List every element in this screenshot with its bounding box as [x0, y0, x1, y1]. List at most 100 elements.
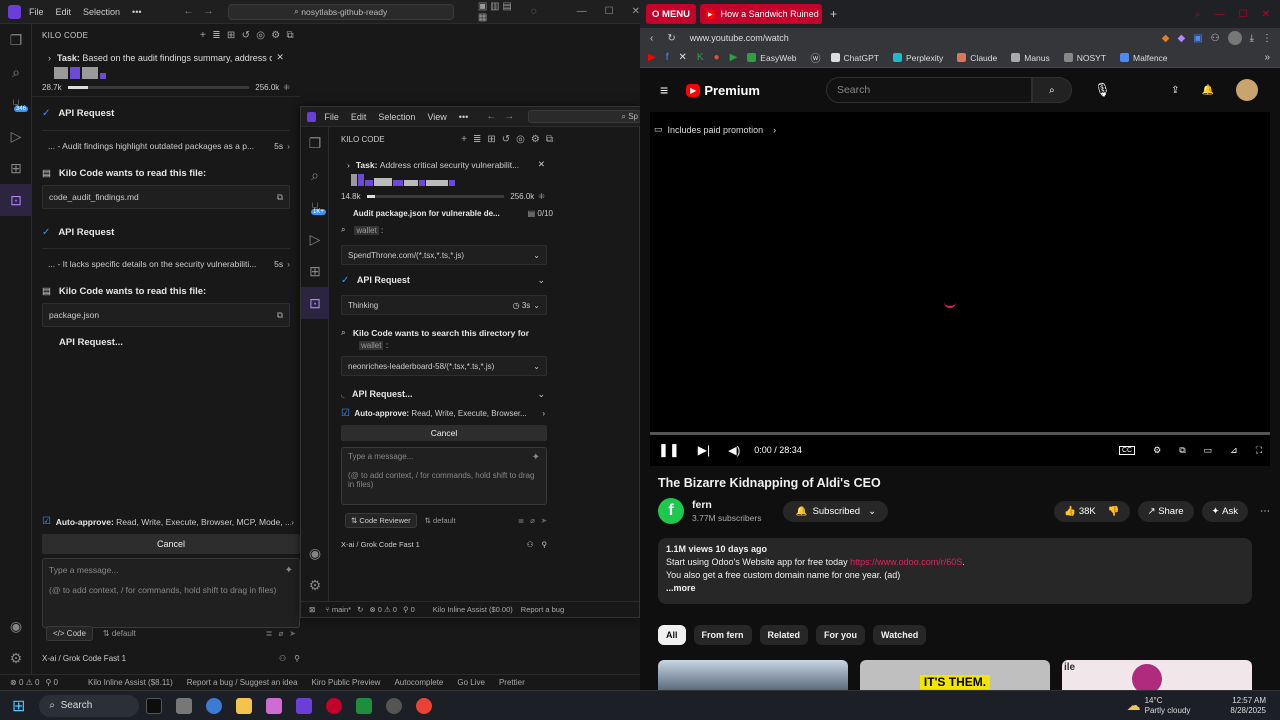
- miniplayer-icon[interactable]: ⧉: [1179, 445, 1185, 456]
- ports-indicator[interactable]: ⚲ 0: [45, 678, 58, 687]
- share-button[interactable]: ↗ Share: [1137, 500, 1194, 522]
- bookmark-manus[interactable]: Manus: [1011, 53, 1050, 63]
- menu-view[interactable]: View: [427, 112, 446, 122]
- reasoning-box-1[interactable]: ... - Audit findings highlight outdated …: [42, 131, 290, 161]
- x-icon[interactable]: ✕: [678, 52, 686, 63]
- api-request-1[interactable]: ✓ API Request: [42, 97, 290, 131]
- bookmark-perplexity[interactable]: Perplexity: [892, 53, 943, 63]
- hamburger-menu-icon[interactable]: ≡: [660, 82, 668, 98]
- command-search-box[interactable]: ⌕ Sp: [528, 110, 641, 123]
- bookmark-malfence[interactable]: Malfence: [1120, 53, 1168, 63]
- search-icon[interactable]: ⌕: [0, 56, 32, 88]
- condense-icon[interactable]: ⁜: [538, 192, 545, 201]
- link-icon[interactable]: ⚲: [542, 540, 548, 549]
- notifications-bell-icon[interactable]: 🔔: [1202, 85, 1214, 96]
- description-box[interactable]: 1.1M views 10 days ago Start using Odoo'…: [658, 538, 1252, 604]
- open-external-icon[interactable]: ⧉: [277, 192, 283, 203]
- ask-button[interactable]: ✦ Ask: [1201, 500, 1248, 522]
- message-input[interactable]: Type a message... (@ to add context, / f…: [341, 447, 547, 505]
- gear-icon[interactable]: ⚙: [271, 30, 280, 41]
- w-icon[interactable]: ⓦ: [811, 50, 821, 65]
- history-icon[interactable]: ↺: [502, 134, 510, 145]
- extension-icon[interactable]: ▣: [1193, 33, 1202, 44]
- forward-arrow-icon[interactable]: →: [504, 111, 514, 122]
- task-view-icon[interactable]: [176, 697, 193, 714]
- video-thumbnail-2[interactable]: IT'S THEM.: [860, 660, 1050, 690]
- paid-promotion-badge[interactable]: ▭ Includes paid promotion ›: [654, 124, 776, 135]
- chip-from-fern[interactable]: From fern: [693, 625, 752, 645]
- tab-youtube[interactable]: ▶ How a Sandwich Ruined ×: [700, 4, 823, 24]
- more-actions-icon[interactable]: ⋯: [1260, 506, 1270, 517]
- file-explorer-icon[interactable]: [236, 697, 253, 714]
- bookmark-chatgpt[interactable]: ChatGPT: [830, 53, 879, 63]
- enhance-prompt-icon[interactable]: ✦: [532, 452, 540, 463]
- volume-icon[interactable]: ◀): [728, 444, 740, 457]
- windows-start-icon[interactable]: ⊞: [12, 696, 25, 716]
- command-search-box[interactable]: ⌕ nosytlabs-github-ready: [227, 3, 454, 20]
- attach-icon[interactable]: ⌀: [530, 516, 535, 525]
- fullscreen-icon[interactable]: ⛶: [1256, 445, 1262, 456]
- more-menu-icon[interactable]: •••: [132, 7, 141, 17]
- list-icon[interactable]: ≣: [212, 30, 221, 41]
- run-debug-icon[interactable]: ▷: [301, 223, 329, 255]
- explorer-icon[interactable]: ❐: [301, 127, 329, 159]
- model-label[interactable]: X-ai / Grok Code Fast 1: [341, 540, 527, 549]
- video-player[interactable]: ▭ Includes paid promotion › ❚❚ ▶| ◀) 0:00…: [650, 112, 1270, 466]
- enhance-prompt-icon[interactable]: ✦: [285, 565, 293, 576]
- menu-edit[interactable]: Edit: [351, 112, 367, 122]
- api-request-pending[interactable]: API Request...: [42, 327, 290, 357]
- channel-name[interactable]: fern: [692, 499, 761, 511]
- prettier-status[interactable]: Prettier: [499, 678, 525, 687]
- file-chip-2[interactable]: package.json ⧉: [42, 303, 290, 327]
- go-live-status[interactable]: Go Live: [457, 678, 485, 687]
- menu-file[interactable]: File: [29, 7, 44, 17]
- search-tabs-icon[interactable]: ⌕: [1195, 9, 1201, 20]
- close-icon[interactable]: ✕: [632, 6, 640, 17]
- mode-selector[interactable]: </> Code: [46, 626, 93, 641]
- more-menu-icon[interactable]: •••: [459, 112, 468, 122]
- chip-for-you[interactable]: For you: [816, 625, 866, 645]
- next-icon[interactable]: ▶|: [698, 443, 710, 457]
- kilo-taskbar-icon[interactable]: [296, 697, 313, 714]
- send-icon[interactable]: ➤: [541, 516, 547, 525]
- download-icon[interactable]: ⤓: [1250, 33, 1254, 44]
- plus-icon[interactable]: +: [200, 30, 206, 41]
- plus-icon[interactable]: +: [461, 134, 467, 145]
- attach-icon[interactable]: ⌀: [278, 629, 283, 638]
- kilo-code-icon[interactable]: ⊡: [301, 287, 329, 319]
- terminal-icon[interactable]: [356, 697, 373, 714]
- profile-selector[interactable]: ⇅ default: [103, 629, 136, 638]
- explorer-icon[interactable]: ❐: [0, 24, 32, 56]
- pause-icon[interactable]: ❚❚: [658, 442, 680, 458]
- chrome-icon[interactable]: [416, 697, 433, 714]
- model-label[interactable]: X-ai / Grok Code Fast 1: [42, 654, 279, 663]
- puzzle-icon[interactable]: ⚇: [279, 654, 286, 663]
- taskbar-search[interactable]: ⌕ Search: [39, 694, 140, 717]
- report-bug-status[interactable]: Report a bug / Suggest an idea: [187, 678, 298, 687]
- captions-icon[interactable]: CC: [1118, 445, 1136, 455]
- close-task-icon[interactable]: ✕: [538, 159, 545, 170]
- link-icon[interactable]: ⚲: [294, 654, 300, 663]
- remote-icon[interactable]: ⊠: [309, 605, 315, 614]
- gear-icon[interactable]: ⚙: [531, 134, 540, 145]
- bookmarks-overflow-icon[interactable]: »: [1264, 52, 1270, 63]
- condense-icon[interactable]: ⁜: [283, 83, 290, 92]
- branch-status[interactable]: ⑂ main*: [325, 605, 351, 614]
- extension-icon[interactable]: ◆: [1177, 33, 1185, 44]
- bookmark-nosyt[interactable]: NOSYT: [1063, 53, 1106, 63]
- youtube-logo-icon[interactable]: ▶: [686, 83, 701, 97]
- extensions-icon[interactable]: ⊞: [301, 255, 329, 287]
- back-arrow-icon[interactable]: ←: [184, 6, 194, 17]
- kilo-inline-assist-status[interactable]: Kilo Inline Assist ($0.00): [433, 605, 513, 614]
- facebook-icon[interactable]: f: [666, 52, 669, 63]
- chevron-right-icon[interactable]: ›: [48, 53, 51, 63]
- marketplace-icon[interactable]: ⊞: [227, 30, 236, 41]
- search-pattern-1[interactable]: SpendThrone.com/(*.tsx,*.ts,*.js) ⌄: [341, 245, 547, 265]
- kiro-preview-status[interactable]: Kiro Public Preview: [312, 678, 381, 687]
- copilot-icon[interactable]: [146, 697, 163, 714]
- new-tab-button[interactable]: +: [830, 7, 837, 21]
- profile-icon[interactable]: ◎: [516, 134, 525, 145]
- reddit-icon[interactable]: ●: [714, 52, 720, 63]
- upload-icon[interactable]: ⇪: [1171, 85, 1179, 96]
- back-icon[interactable]: ‹: [650, 33, 653, 44]
